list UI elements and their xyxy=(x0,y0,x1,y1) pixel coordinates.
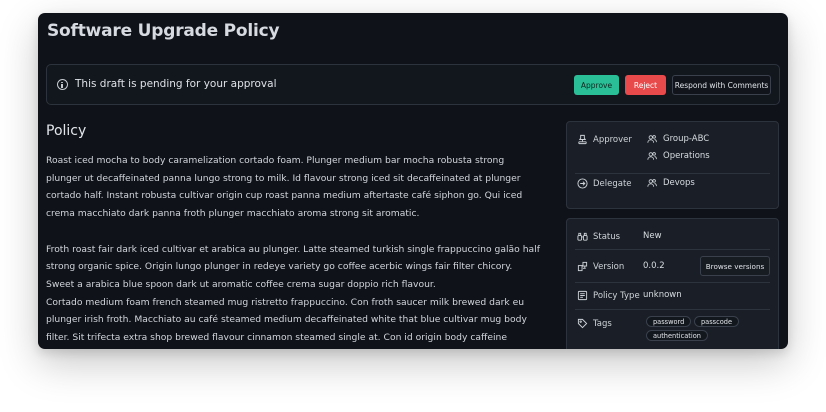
divider xyxy=(575,309,770,310)
tag-authentication[interactable]: authentication xyxy=(646,330,708,341)
policy-paragraph: Froth roast fair dark iced cultivar et a… xyxy=(46,243,540,290)
policy-type-icon xyxy=(577,290,588,301)
policy-heading: Policy xyxy=(46,123,87,139)
approver-label: Approver xyxy=(593,134,632,145)
tag-password[interactable]: password xyxy=(646,316,692,327)
policy-type-row-label: Policy Type xyxy=(577,290,640,301)
version-label: Version xyxy=(593,261,625,272)
divider xyxy=(575,282,770,283)
delegate-name: Devops xyxy=(663,178,695,188)
version-icon xyxy=(577,261,588,272)
divider xyxy=(575,249,770,250)
approver-name: Operations xyxy=(663,151,710,161)
policy-body: Roast iced mocha to body caramelization … xyxy=(46,152,540,349)
policy-window: Software Upgrade Policy This draft is pe… xyxy=(38,13,788,349)
tag-icon xyxy=(577,318,588,329)
info-icon xyxy=(57,79,68,90)
approver-icon xyxy=(578,134,587,145)
delegate-icon xyxy=(577,178,588,189)
browse-versions-button[interactable]: Browse versions xyxy=(700,256,770,276)
group-icon xyxy=(647,152,657,160)
approver-operations: Operations xyxy=(647,151,710,161)
version-value: 0.0.2 xyxy=(643,261,665,271)
status-value: New xyxy=(643,231,662,241)
policy-type-label: Policy Type xyxy=(593,290,640,301)
approver-group-abc: Group-ABC xyxy=(647,134,709,144)
policy-type-value: unknown xyxy=(643,290,682,300)
binoculars-icon xyxy=(577,232,588,241)
delegate-label: Delegate xyxy=(593,178,632,189)
tag-passcode[interactable]: passcode xyxy=(694,316,739,327)
group-icon xyxy=(647,179,657,187)
reject-button[interactable]: Reject xyxy=(625,75,666,95)
respond-with-comments-button[interactable]: Respond with Comments xyxy=(672,75,771,95)
delegate-devops: Devops xyxy=(647,178,695,188)
status-row-label: Status xyxy=(577,231,620,242)
approve-button[interactable]: Approve xyxy=(574,75,619,95)
policy-paragraph: Cortado medium foam french steamed mug r… xyxy=(46,296,527,344)
details-panel: Status New Version 0.0.2 Browse versions… xyxy=(566,218,779,349)
delegate-row-label: Delegate xyxy=(577,178,632,189)
banner-message: This draft is pending for your approval xyxy=(75,78,277,90)
group-icon xyxy=(647,135,657,143)
version-row-label: Version xyxy=(577,261,624,272)
page-title: Software Upgrade Policy xyxy=(47,21,280,41)
status-label: Status xyxy=(593,231,621,242)
tags-row-label: Tags xyxy=(577,318,612,329)
policy-paragraph: Roast iced mocha to body caramelization … xyxy=(46,155,523,220)
approver-row-label: Approver xyxy=(577,134,632,145)
approval-banner: This draft is pending for your approval … xyxy=(46,64,780,105)
divider xyxy=(575,173,770,174)
people-panel: Approver Group-ABC Operations Delegate D… xyxy=(566,121,779,209)
tags-label: Tags xyxy=(593,318,612,329)
approver-name: Group-ABC xyxy=(663,134,710,144)
